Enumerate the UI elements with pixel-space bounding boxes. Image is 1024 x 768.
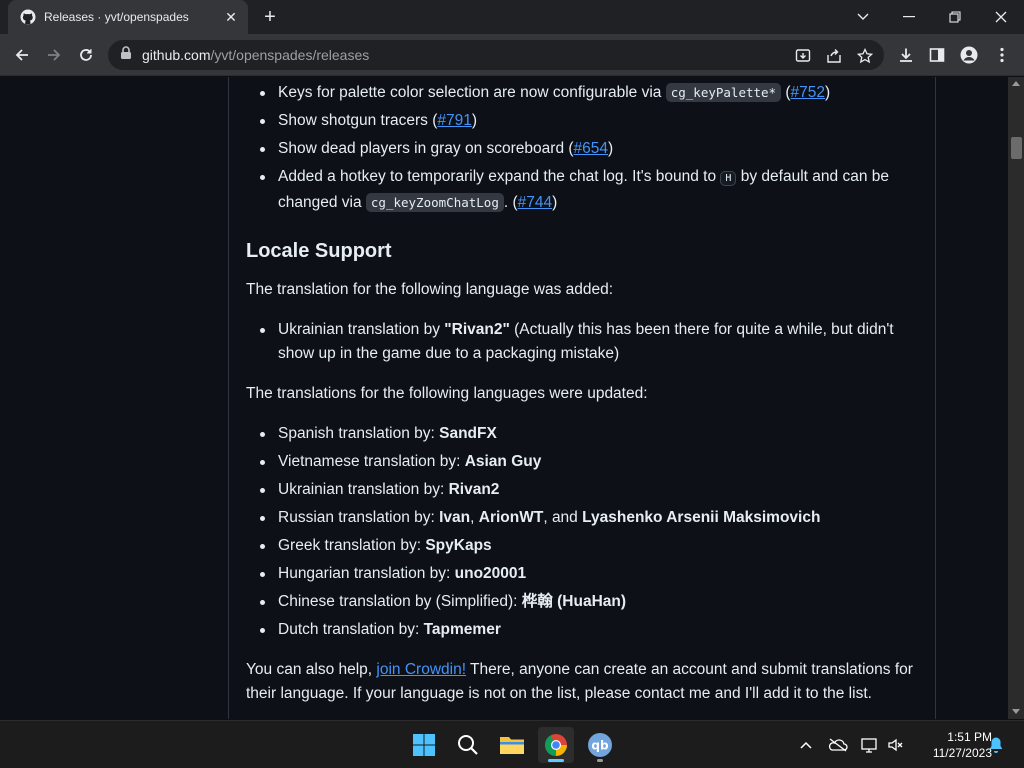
lock-icon[interactable] [120,45,132,65]
page-scrollbar[interactable] [1008,77,1024,719]
list-item: Spanish translation by: SandFX [246,422,926,446]
qbittorrent-taskbar-button[interactable]: qb [582,727,618,763]
updated-intro-text: The translations for the following langu… [246,385,648,402]
search-icon [458,735,478,755]
join-crowdin-link[interactable]: join Crowdin! [376,661,466,678]
downloads-icon[interactable] [896,45,916,65]
list-item: Dutch translation by: Tapmemer [246,618,926,642]
clock-time: 1:51 PM [947,730,992,744]
menu-kebab-icon[interactable] [992,45,1012,65]
chrome-icon [545,734,567,756]
network-icon[interactable] [860,735,880,755]
active-app-indicator [548,759,564,762]
tab-search-chevron-icon[interactable] [840,0,886,34]
issue-link-654[interactable]: #654 [574,140,608,157]
forward-button[interactable] [39,40,69,70]
kbd-h-key: H [720,171,737,186]
start-button[interactable] [406,727,442,763]
list-item: Russian translation by: Ivan, ArionWT, a… [246,506,926,530]
code-cg-keypalette: cg_keyPalette* [665,83,782,102]
list-item: Chinese translation by (Simplified): 桦翰 … [246,590,926,614]
list-item: Show shotgun tracers (#791) [246,109,926,133]
added-intro-text: The translation for the following langua… [246,281,614,298]
help-paragraph: You can also help, join Crowdin! There, … [246,661,913,702]
taskbar-search-button[interactable] [450,727,486,763]
url-text: github.com/yvt/openspades/releases [142,47,370,63]
svg-text:qb: qb [591,739,609,753]
list-item: Greek translation by: SpyKaps [246,534,926,558]
volume-muted-icon[interactable] [886,735,906,755]
issue-link-744[interactable]: #744 [518,194,552,211]
restore-button[interactable] [932,0,978,34]
list-item: Ukrainian translation by: Rivan2 [246,478,926,502]
issue-link-791[interactable]: #791 [437,112,471,129]
running-app-indicator [597,759,603,762]
browser-titlebar: Releases · yvt/openspades ✕ + [0,0,1024,34]
code-cg-keyzoomchatlog: cg_keyZoomChatLog [365,193,504,212]
bookmark-star-icon[interactable] [856,47,874,65]
github-icon [20,9,36,25]
issue-link-752[interactable]: #752 [791,84,825,101]
back-button[interactable] [7,40,37,70]
side-panel-icon[interactable] [927,45,947,65]
onedrive-icon[interactable] [828,735,848,755]
scroll-thumb[interactable] [1011,137,1022,159]
forward-arrow-icon [48,49,61,61]
list-item: Keys for palette color selection are now… [246,81,926,105]
list-item: Ukrainian translation by "Rivan2" (Actua… [246,318,926,366]
tab-title: Releases · yvt/openspades [44,10,189,24]
back-arrow-icon [15,49,28,61]
locale-support-heading: Locale Support [246,240,392,262]
address-bar[interactable]: github.com/yvt/openspades/releases [108,40,884,70]
list-item: Show dead players in gray on scoreboard … [246,137,926,161]
new-tab-button[interactable]: + [258,5,282,29]
notification-bell-icon[interactable] [986,735,1006,755]
page-viewport: Keys for palette color selection are now… [0,77,1008,719]
close-window-button[interactable] [978,0,1024,34]
windows-logo-icon [413,734,435,756]
features-list: Keys for palette color selection are now… [246,81,926,215]
list-item: Vietnamese translation by: Asian Guy [246,450,926,474]
updated-list: Spanish translation by: SandFX Vietnames… [246,422,926,642]
reload-icon [80,49,92,61]
scroll-down-arrow-icon[interactable] [1012,709,1020,714]
install-app-icon[interactable] [794,47,812,65]
profile-avatar-icon[interactable] [959,45,979,65]
taskbar-clock[interactable]: 1:51 PM 11/27/2023 [908,729,992,761]
added-list: Ukrainian translation by "Rivan2" (Actua… [246,318,926,366]
release-body-box: Keys for palette color selection are now… [228,77,936,719]
list-item: Hungarian translation by: uno20001 [246,562,926,586]
browser-tab-releases[interactable]: Releases · yvt/openspades ✕ [8,0,248,34]
share-icon[interactable] [825,47,843,65]
chrome-taskbar-button[interactable] [538,727,574,763]
show-hidden-icons-chevron-icon[interactable] [796,735,816,755]
qbittorrent-icon: qb [588,733,612,757]
file-explorer-button[interactable] [494,727,530,763]
scroll-up-arrow-icon[interactable] [1012,81,1020,86]
browser-toolbar: github.com/yvt/openspades/releases [0,34,1024,76]
folder-icon [500,737,524,754]
close-tab-icon[interactable]: ✕ [222,9,240,26]
windows-taskbar: qb 1:51 PM 11/27/2023 [0,720,1024,768]
reload-button[interactable] [71,40,101,70]
clock-date: 11/27/2023 [932,746,992,760]
list-item: Added a hotkey to temporarily expand the… [246,165,926,215]
minimize-button[interactable] [886,0,932,34]
